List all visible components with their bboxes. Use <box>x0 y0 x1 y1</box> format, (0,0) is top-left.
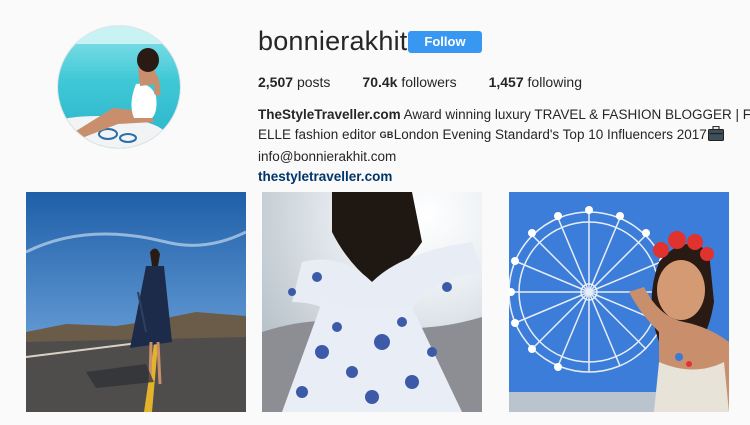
bio-email[interactable]: info@bonnierakhit.com <box>258 147 742 167</box>
followers-label: followers <box>401 74 457 90</box>
ferris-wheel-photo-icon <box>509 192 729 412</box>
dress-photo-icon <box>262 192 482 412</box>
username: bonnierakhit <box>258 26 408 56</box>
bio-website-link[interactable]: thestyletraveller.com <box>258 169 392 184</box>
profile-stats: 2,507 posts 70.4k followers 1,457 follow… <box>258 74 614 90</box>
following-label: following <box>527 74 583 90</box>
follow-button[interactable]: Follow <box>408 31 482 53</box>
bio-line2-text: London Evening Standard's Top 10 Influen… <box>393 127 707 142</box>
posts-count: 2,507 <box>258 74 294 90</box>
profile-avatar[interactable] <box>57 25 181 149</box>
posts-label: posts <box>296 74 331 90</box>
posts-stat: 2,507 posts <box>258 74 330 90</box>
bio-line-2: ELLE fashion editor GBLondon Evening Sta… <box>258 125 742 147</box>
bio-name: TheStyleTraveller.com <box>258 107 401 122</box>
avatar-image <box>58 26 180 148</box>
briefcase-icon <box>707 125 724 147</box>
following-stat[interactable]: 1,457 following <box>489 74 582 90</box>
followers-stat[interactable]: 70.4k followers <box>362 74 456 90</box>
bio-line-1: TheStyleTraveller.com Award winning luxu… <box>258 105 750 125</box>
bio-line2-start: ELLE fashion editor <box>258 127 376 142</box>
profile-bio: TheStyleTraveller.com Award winning luxu… <box>258 105 750 187</box>
following-count: 1,457 <box>488 74 524 90</box>
followers-count: 70.4k <box>362 74 398 90</box>
post-thumbnail[interactable] <box>262 192 482 412</box>
post-thumbnail[interactable] <box>26 192 246 412</box>
bio-line1-text: Award winning luxury TRAVEL & FASHION BL… <box>403 107 750 122</box>
gb-flag-icon: GB <box>379 130 394 140</box>
road-photo-icon <box>26 192 246 412</box>
post-thumbnail[interactable] <box>509 192 729 412</box>
